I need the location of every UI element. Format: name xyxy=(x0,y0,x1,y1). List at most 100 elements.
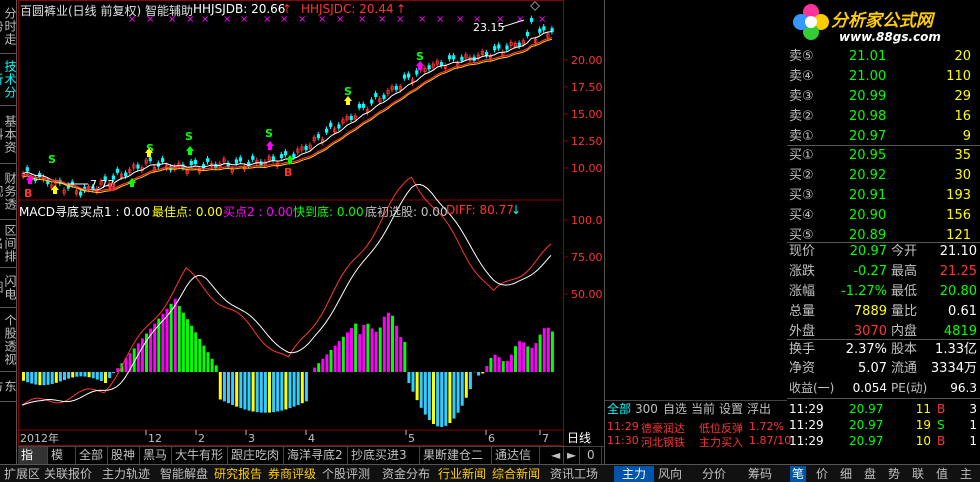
tool-tab-2[interactable]: 细 xyxy=(838,466,854,482)
right-chart-blank xyxy=(605,0,787,400)
macd-bar xyxy=(34,372,38,385)
candle-body xyxy=(530,17,534,22)
candle-body xyxy=(505,45,509,50)
indicator-tab-5[interactable]: 大牛有形 xyxy=(172,447,228,464)
macd-bar xyxy=(214,365,218,372)
status-tab-0[interactable]: 扩展区 xyxy=(2,466,42,482)
tick-cell: 20.97 xyxy=(849,434,884,448)
macd-bar xyxy=(382,316,386,372)
up-arrow-icon: ↑ xyxy=(396,2,406,16)
indicator-tab-3[interactable]: 股神 xyxy=(108,447,140,464)
stat-cell: 0.054 xyxy=(852,381,887,395)
left-tab-1[interactable]: 技术分析 xyxy=(0,54,17,106)
candle-body xyxy=(79,191,83,196)
candle-body xyxy=(279,154,284,159)
macd-bar xyxy=(63,372,66,380)
stat-row-2: 涨幅 -1.27% 最低 20.80 xyxy=(787,282,980,302)
indicator-tab-8[interactable]: 抄底买进3 xyxy=(348,447,420,464)
tool-tab-0[interactable]: 笔 xyxy=(790,466,807,482)
day-tab: 日线 xyxy=(567,431,591,445)
candle-body xyxy=(124,172,128,177)
tool-tab-7[interactable]: 主 xyxy=(958,466,974,482)
stat-cell: 今开 xyxy=(891,244,918,259)
macd-bar xyxy=(419,372,423,408)
left-tab-6[interactable]: 个股透视 xyxy=(0,308,17,372)
indicator-tab-6[interactable]: 跟庄吃肉 xyxy=(228,447,284,464)
status-tab-2[interactable]: 主力轨迹 xyxy=(100,466,152,482)
candle-body xyxy=(493,46,497,51)
tick-cell: 11:29 xyxy=(789,418,824,432)
tool-tab-3[interactable]: 盘 xyxy=(862,466,878,482)
market-tab-1[interactable]: 300 xyxy=(635,401,658,417)
quote-volume: 35 xyxy=(954,148,971,163)
chart-area: 20.00 17.50 15.00 12.50 10.00 100.0 75.00 50.00… xyxy=(18,0,621,479)
left-tab-7[interactable]: 东方 xyxy=(0,372,17,402)
status-tab-5[interactable]: 券商评级 xyxy=(266,466,318,482)
indicator-tab-9[interactable]: 果断建仓二 xyxy=(420,447,492,464)
status-tab-7[interactable]: 资金分布 xyxy=(380,466,432,482)
tick-cell: 20.97 xyxy=(849,418,884,432)
macd-bar xyxy=(526,346,530,372)
indicator-tab-7[interactable]: 海洋寻底2 xyxy=(284,447,348,464)
indicator-tab-2[interactable]: 全部 xyxy=(76,447,108,464)
indicator-tab-4[interactable]: 黑马 xyxy=(140,447,172,464)
stat-cell: 换手 xyxy=(789,342,816,357)
indicator-tab-0[interactable]: 指标 xyxy=(18,447,48,479)
indicator-tab-1[interactable]: 模板 xyxy=(48,447,76,479)
price-tick-label: 15.00 xyxy=(571,108,603,121)
status-tab-3[interactable]: 智能解盘 xyxy=(158,466,210,482)
market-tab-5[interactable]: 浮出 xyxy=(747,401,771,417)
left-tab-4[interactable]: 区间排名 xyxy=(0,220,17,268)
status-tab-6[interactable]: 个股评测 xyxy=(320,466,372,482)
indicator-tab-10[interactable]: 通达信 xyxy=(492,447,540,464)
market-tab-3[interactable]: 当前 xyxy=(691,401,715,417)
tick-cell: 20.97 xyxy=(849,402,884,416)
right-bottom-tab-1[interactable]: 风向 xyxy=(656,466,684,482)
tick-list: 11:29 20.97 11 B 3 11:29 20.97 19 S 1 11:29 20.97 10… xyxy=(787,398,980,464)
left-tab-3[interactable]: 财务透视 xyxy=(0,164,17,220)
status-tab-9[interactable]: 综合新闻 xyxy=(490,466,542,482)
right-bottom-tab-2[interactable]: 分价 xyxy=(700,466,728,482)
left-tab-2[interactable]: 基本资料 xyxy=(0,106,17,164)
quote-price: 21.00 xyxy=(849,69,887,84)
quote-volume: 29 xyxy=(954,89,971,104)
candle-body xyxy=(251,155,255,160)
macd-title: MACD寻底 xyxy=(19,205,79,219)
tool-tab-4[interactable]: 势 xyxy=(886,466,902,482)
stat-cell: 收益(一) xyxy=(789,381,835,395)
right-bottom-tab-3[interactable]: 筹码 xyxy=(746,466,774,482)
kline-chart[interactable]: 20.00 17.50 15.00 12.50 10.00 100.0 75.00 50.00… xyxy=(18,0,603,446)
macd-bar xyxy=(370,328,374,372)
candle-body xyxy=(394,85,398,90)
market-tab-4[interactable]: 设置 xyxy=(719,401,743,417)
tool-tab-1[interactable]: 价 xyxy=(814,466,830,482)
x-marker: × xyxy=(418,14,426,25)
scroll-right-button[interactable]: ► xyxy=(564,447,580,464)
buy-signal: B xyxy=(108,181,116,194)
right-bottom-tab-0[interactable]: 主力 xyxy=(614,466,655,482)
candle-body xyxy=(361,103,366,108)
tick-cell: 11:29 xyxy=(789,434,824,448)
tool-tab-5[interactable]: 联 xyxy=(910,466,926,482)
status-tab-10[interactable]: 资讯工场 xyxy=(548,466,600,482)
zero-tab[interactable]: 0 xyxy=(584,447,602,464)
status-tab-1[interactable]: 关联报价 xyxy=(42,466,94,482)
market-tab-2[interactable]: 自选 xyxy=(663,401,687,417)
candle-body xyxy=(525,31,530,36)
left-tab-0[interactable]: 分时走势 xyxy=(0,0,17,54)
scroll-left-button[interactable]: ◄ xyxy=(548,447,564,464)
tick-cell: 1 xyxy=(969,418,977,432)
quote-label: 买① xyxy=(789,148,814,163)
quote-price: 21.01 xyxy=(849,49,887,64)
tool-tab-6[interactable]: 值 xyxy=(934,466,950,482)
macd-bar xyxy=(222,372,226,402)
status-tab-8[interactable]: 行业新闻 xyxy=(436,466,488,482)
status-tab-4[interactable]: 研究报告 xyxy=(212,466,264,482)
stat-row-3: 总量 7889 量比 0.61 xyxy=(787,302,980,322)
macd-bar xyxy=(546,327,550,372)
tick-cell: B xyxy=(937,434,946,448)
macd-bar xyxy=(317,363,321,372)
left-tab-5[interactable]: 闪电图 xyxy=(0,268,17,308)
x-marker: × xyxy=(516,14,524,25)
market-tab-0[interactable]: 全部 xyxy=(607,401,631,417)
